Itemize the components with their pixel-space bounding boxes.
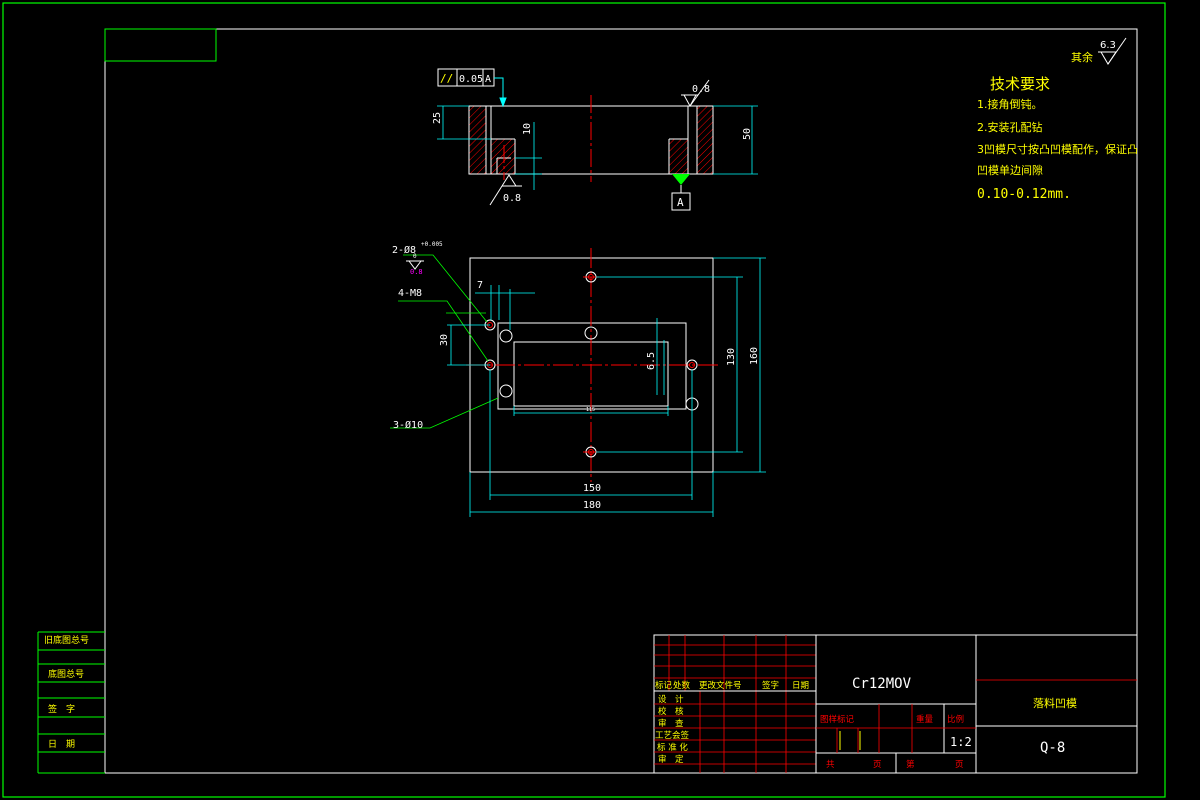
label-weight: 重量 (916, 714, 934, 725)
dim-180-text: 180 (583, 500, 601, 511)
tolerance-datum-ref: A (485, 74, 491, 85)
dim-30 (447, 324, 490, 366)
hatch-left-step (491, 139, 515, 174)
section-centerlines (503, 95, 592, 182)
title-block: 标记 处数 更改文件号 签字 日期 设 计 校 核 审 查 工艺会签 标 准 化… (653, 634, 1138, 774)
roughness-bottom-value: 0.8 (503, 193, 521, 204)
callout-pin-tol-zero: 0 (413, 253, 417, 260)
corner-code-box (104, 28, 217, 62)
tech-line-2: 2.安装孔配钻 (977, 120, 1043, 134)
left-side-table (37, 631, 105, 774)
left-table-date: 日 期 (48, 739, 75, 750)
role-standard: 标 准 化 (657, 742, 688, 753)
tolerance-symbol-parallel: // (440, 72, 453, 85)
dim-150-text: 150 (583, 483, 601, 494)
dim-50-text: 50 (742, 128, 753, 140)
tolerance-value: 0.05 (459, 74, 483, 85)
dim-25-text: 25 (432, 112, 443, 124)
sheet-no-a: 第 (906, 759, 915, 770)
hdr-doc-no: 更改文件号 (699, 680, 742, 691)
label-scale: 比例 (947, 714, 964, 725)
drawing-no: Q-8 (1040, 740, 1065, 756)
part-name: 落料凹模 (1033, 696, 1077, 710)
callout-pin-tol: +0.005 (421, 241, 443, 248)
callout-pin-rough-value: 0.8 (410, 268, 423, 276)
dim-10-text: 10 (522, 123, 533, 135)
dim-30-text: 30 (439, 334, 450, 346)
hole-d10-1 (499, 329, 513, 343)
roughness-triangle-icon (1100, 51, 1117, 65)
role-review: 审 查 (658, 718, 684, 729)
tech-heading: 技术要求 (990, 75, 1050, 93)
plan-view: 2-Ø8 +0.005 0 0.8 4-M8 3-Ø10 7 30 6.5 11… (390, 241, 766, 517)
section-view: 25 10 50 // 0.05 A 0.8 0.8 A (432, 68, 758, 211)
tech-line-5: 0.10-0.12mm. (977, 187, 1071, 202)
callout-threads: 4-M8 (398, 288, 422, 299)
dim-6-5-text: 6.5 (646, 352, 657, 370)
tech-line-1: 1.接角倒钝。 (977, 97, 1043, 111)
technical-requirements: 技术要求 1.接角倒钝。 2.安装孔配钻 3凹模尺寸按凸凹模配作，保证凸 凹模单… (977, 75, 1138, 202)
inner-border (104, 28, 1138, 774)
left-table-drawing-no: 底图总号 (48, 668, 84, 680)
material: Cr12MOV (852, 676, 912, 692)
datum-a-label: A (677, 196, 684, 209)
tech-line-3: 3凹模尺寸按凸凹模配作，保证凸 (977, 142, 1138, 156)
left-table-signature: 签 字 (48, 703, 75, 715)
scale-value: 1:2 (950, 735, 972, 749)
role-check: 校 核 (658, 706, 684, 717)
hdr-count: 处数 (673, 680, 691, 691)
label-stage: 图样标记 (820, 714, 855, 725)
cavity-outer (497, 322, 687, 410)
sheets-total-b: 页 (873, 760, 882, 770)
callout-holes: 3-Ø10 (393, 419, 423, 431)
hatch-right-step (669, 139, 688, 174)
cad-drawing-sheet: 旧底图总号 底图总号 签 字 日 期 其余 6.3 技术要求 1.接角倒钝。 2… (2, 2, 1166, 798)
role-approve: 审 定 (658, 754, 684, 765)
hole-d10-2 (499, 384, 513, 398)
roughness-rest-symbol: 其余 6.3 (1071, 37, 1127, 65)
tech-line-4: 凹模单边间隙 (977, 163, 1043, 177)
left-table-old-drawing-no: 旧底图总号 (44, 634, 89, 646)
hatch-left-wall (469, 106, 486, 174)
dim-6-5 (656, 318, 665, 395)
role-process: 工艺会签 (655, 730, 690, 741)
dim-115-text: 115 (586, 407, 595, 413)
hdr-sign: 签字 (762, 680, 779, 691)
hatch-right-wall (697, 106, 713, 174)
dim-7-text: 7 (477, 280, 483, 291)
hdr-date: 日期 (792, 681, 809, 691)
roughness-top-value: 0.8 (692, 84, 710, 95)
roughness-rest-label: 其余 (1071, 50, 1093, 64)
stage-mark-ticks (839, 731, 861, 750)
dim-130-text: 130 (726, 348, 737, 366)
dim-160-text: 160 (749, 347, 760, 365)
sheets-total-a: 共 (826, 760, 835, 770)
roughness-rest-value: 6.3 (1100, 40, 1116, 51)
hdr-mark: 标记 (655, 680, 673, 691)
role-design: 设 计 (658, 694, 684, 705)
sheet-no-b: 页 (955, 760, 964, 770)
